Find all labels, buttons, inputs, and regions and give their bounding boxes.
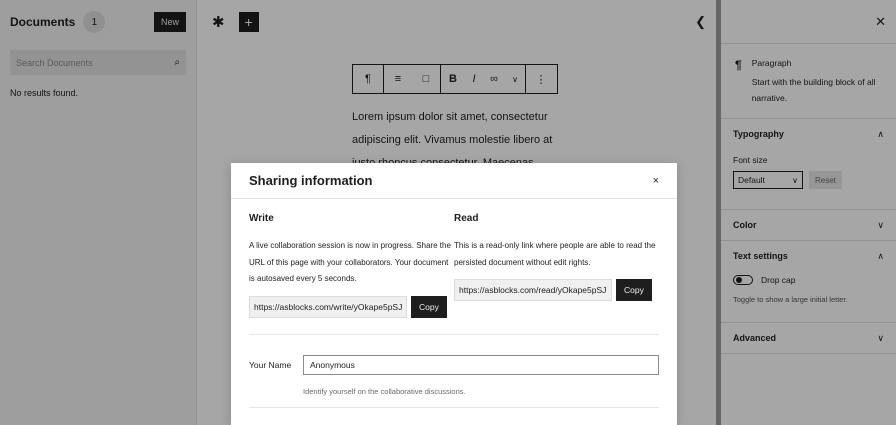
read-link-row: https://asblocks.com/read/yOkape5pSJ Cop… [454, 279, 659, 301]
write-url-field[interactable]: https://asblocks.com/write/yOkape5pSJ [249, 295, 407, 318]
name-input[interactable] [303, 354, 659, 375]
read-heading: Read [454, 213, 479, 224]
modal-header: Sharing information × [231, 163, 677, 199]
copy-read-url-button[interactable]: Copy [616, 279, 652, 301]
name-row: Your Name [231, 335, 677, 375]
write-column: Write A live collaboration session is no… [249, 213, 454, 318]
copy-write-url-button[interactable]: Copy [411, 295, 447, 318]
sharing-modal: Sharing information × Write A live colla… [231, 163, 677, 425]
modal-title: Sharing information [249, 173, 373, 188]
write-heading: Write [249, 213, 274, 224]
name-help-text: Identify yourself on the collaborative d… [303, 386, 466, 396]
name-label: Your Name [249, 359, 292, 370]
modal-divider [249, 406, 659, 408]
read-column: Read This is a read-only link where peop… [454, 213, 659, 318]
share-columns: Write A live collaboration session is no… [231, 199, 677, 318]
write-description: A live collaboration session is now in p… [249, 241, 451, 283]
read-url-field[interactable]: https://asblocks.com/read/yOkape5pSJ [454, 279, 612, 301]
close-icon[interactable]: × [653, 175, 659, 187]
read-description: This is a read-only link where people ar… [454, 241, 656, 267]
write-link-row: https://asblocks.com/write/yOkape5pSJ Co… [249, 295, 454, 318]
